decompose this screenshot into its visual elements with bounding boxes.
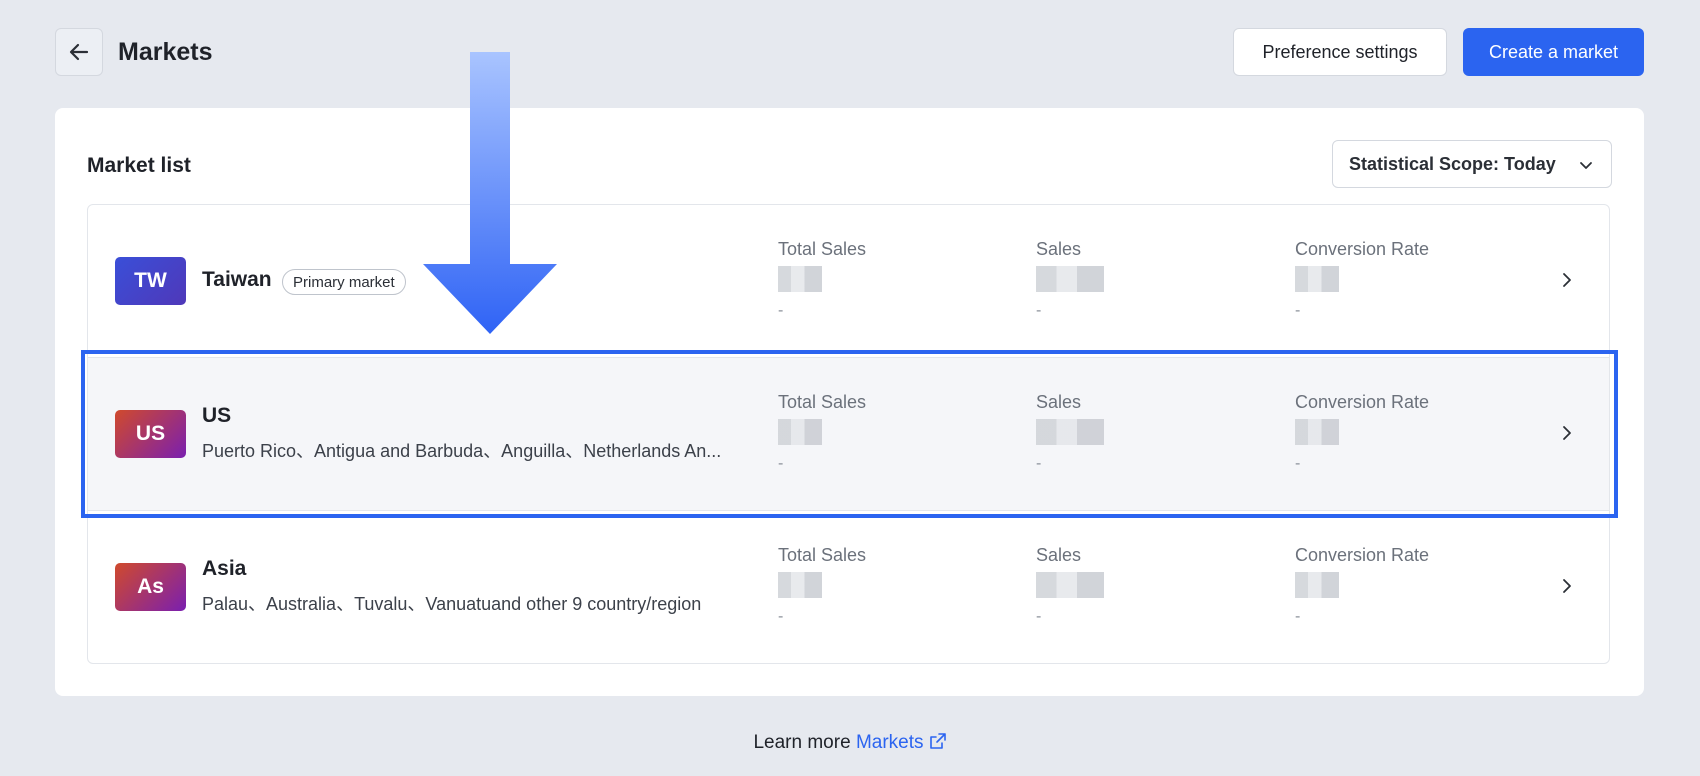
market-regions: Puerto Rico、Antigua and Barbuda、Anguilla… <box>202 441 722 461</box>
stat-total-sales: Total Sales - <box>778 545 866 626</box>
stat-value-blurred <box>1295 266 1339 292</box>
market-badge: US <box>115 410 186 458</box>
stat-label: Total Sales <box>778 545 867 565</box>
stat-label: Conversion Rate <box>1295 392 1430 412</box>
market-name: Asia <box>202 557 247 580</box>
markets-link-label: Markets <box>855 732 924 753</box>
chevron-down-icon <box>1580 162 1592 169</box>
stat-sub: - <box>778 455 784 472</box>
market-name: US <box>202 404 232 427</box>
market-row-taiwan[interactable]: TW Taiwan Primary market Total Sales - S… <box>88 205 1609 358</box>
stat-value-blurred <box>778 419 822 445</box>
stat-value-blurred <box>1295 419 1339 445</box>
stat-sub: - <box>1036 608 1042 625</box>
stat-label: Sales <box>1036 239 1082 259</box>
market-row-asia[interactable]: As Asia Palau、Australia、Tuvalu、Vanuatuan… <box>88 511 1609 663</box>
scope-select-label: Statistical Scope: Today <box>1349 153 1556 174</box>
page-header: Markets Preference settings Create a mar… <box>55 28 1644 76</box>
market-row-us[interactable]: US US Puerto Rico、Antigua and Barbuda、An… <box>88 358 1609 511</box>
stat-sub: - <box>1036 455 1042 472</box>
stat-sub: - <box>1036 302 1042 319</box>
stat-sales: Sales - <box>1036 392 1104 473</box>
stat-label: Total Sales <box>778 392 867 412</box>
stat-label: Conversion Rate <box>1295 239 1430 259</box>
back-button[interactable] <box>55 28 103 76</box>
stat-label: Sales <box>1036 392 1082 412</box>
market-list: TW Taiwan Primary market Total Sales - S… <box>87 204 1610 664</box>
market-list-card: Market list Statistical Scope: Today TW … <box>55 108 1644 696</box>
market-badge: As <box>115 563 186 611</box>
stat-value-blurred <box>1036 266 1104 292</box>
stat-conversion-rate: Conversion Rate - <box>1295 545 1429 626</box>
stat-value-blurred <box>1295 572 1339 598</box>
learn-more-text: Learn more <box>753 732 851 753</box>
stat-sub: - <box>1295 455 1301 472</box>
stat-label: Total Sales <box>778 239 867 259</box>
stat-conversion-rate: Conversion Rate - <box>1295 239 1429 320</box>
external-link-icon <box>929 733 946 749</box>
stat-conversion-rate: Conversion Rate - <box>1295 392 1429 473</box>
chevron-right-icon <box>1563 273 1571 287</box>
stat-total-sales: Total Sales - <box>778 392 866 473</box>
learn-more-footer: Learn more Markets <box>0 732 1700 754</box>
stat-total-sales: Total Sales - <box>778 239 866 320</box>
chevron-right-icon <box>1563 579 1571 593</box>
markets-help-link[interactable]: Markets <box>856 732 947 753</box>
stat-sub: - <box>778 302 784 319</box>
market-name: Taiwan <box>202 268 272 291</box>
card-title: Market list <box>87 154 191 177</box>
chevron-right-icon <box>1563 426 1571 440</box>
stat-sales: Sales - <box>1036 545 1104 626</box>
stat-sub: - <box>1295 608 1301 625</box>
page-title: Markets <box>118 38 213 66</box>
market-regions: Palau、Australia、Tuvalu、Vanuatuand other … <box>202 594 702 614</box>
stat-value-blurred <box>778 266 822 292</box>
stat-sales: Sales - <box>1036 239 1104 320</box>
statistical-scope-select[interactable]: Statistical Scope: Today <box>1332 140 1612 188</box>
stat-label: Sales <box>1036 545 1082 565</box>
stat-value-blurred <box>1036 419 1104 445</box>
stat-sub: - <box>1295 302 1301 319</box>
stat-sub: - <box>778 608 784 625</box>
stat-value-blurred <box>1036 572 1104 598</box>
market-badge: TW <box>115 257 186 305</box>
stat-label: Conversion Rate <box>1295 545 1430 565</box>
primary-market-tag: Primary market <box>282 269 406 295</box>
stat-value-blurred <box>778 572 822 598</box>
create-market-button[interactable]: Create a market <box>1463 28 1644 76</box>
back-arrow-icon <box>69 43 89 61</box>
preference-settings-button[interactable]: Preference settings <box>1233 28 1447 76</box>
